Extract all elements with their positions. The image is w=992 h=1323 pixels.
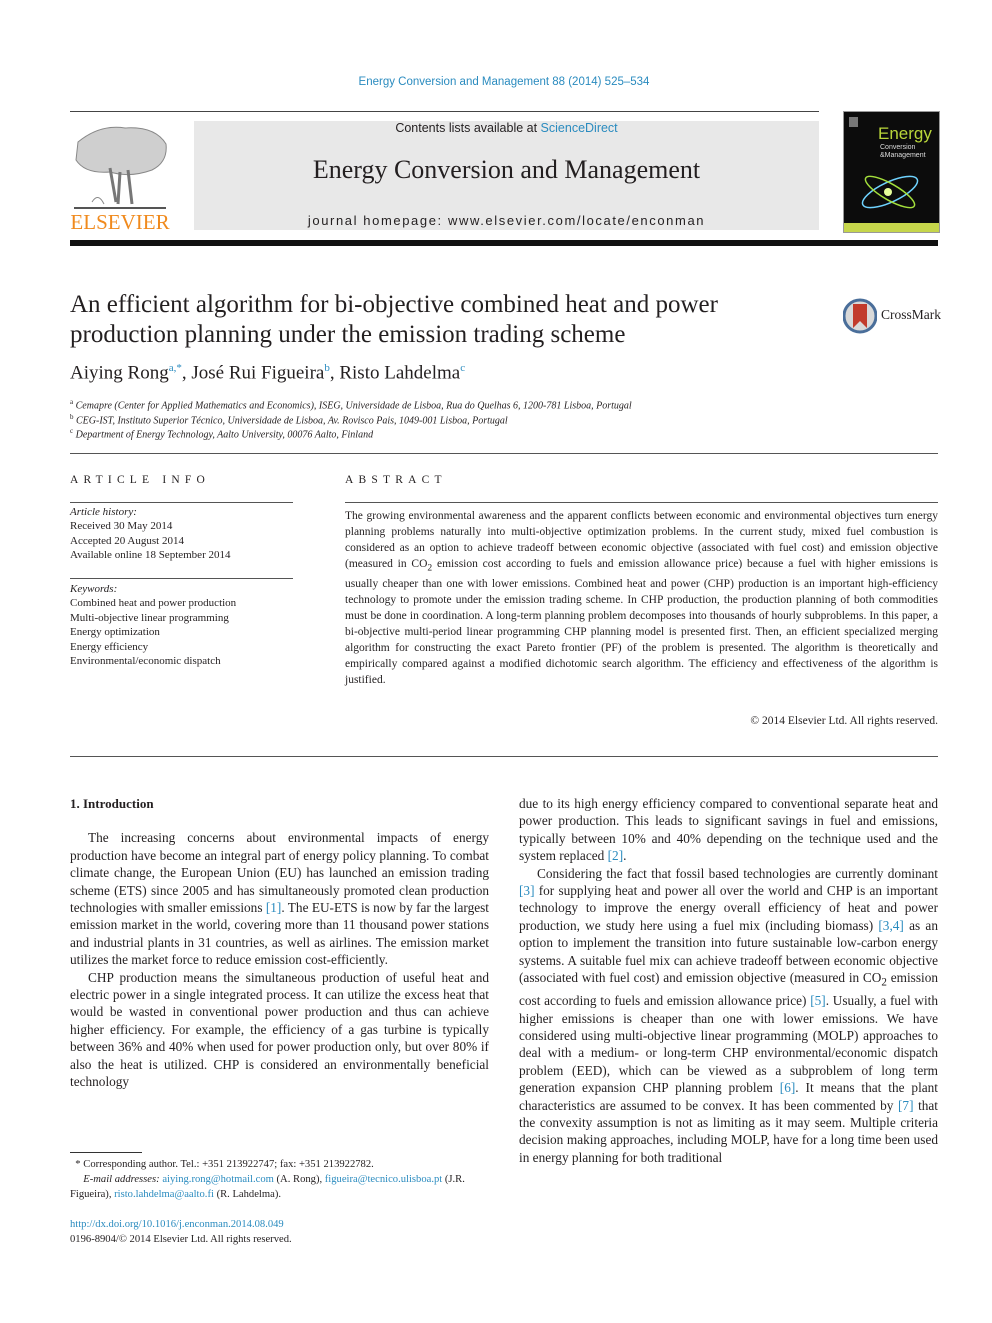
reference-link[interactable]: [3,4] [878, 918, 903, 933]
article-title: An efficient algorithm for bi-objective … [70, 291, 718, 348]
keyword: Energy efficiency [70, 640, 149, 653]
abstract-heading: ABSTRACT [345, 474, 447, 486]
footnote-rule [70, 1152, 142, 1153]
author-name[interactable]: Aiying Rong [70, 362, 169, 383]
cover-title: Energy [878, 124, 932, 143]
journal-title: Energy Conversion and Management [312, 155, 701, 184]
contents-line: Contents lists available at ScienceDirec… [395, 121, 618, 135]
keyword: Energy optimization [70, 626, 160, 639]
journal-banner: Contents lists available at ScienceDirec… [194, 121, 819, 230]
abstract-copyright: © 2014 Elsevier Ltd. All rights reserved… [750, 715, 938, 727]
author-list: Aiying Ronga,*, José Rui Figueirab, Rist… [70, 362, 466, 384]
paragraph: CHP production means the simultaneous pr… [70, 969, 489, 1090]
keyword: Environmental/economic dispatch [70, 655, 221, 668]
cover-publisher-icon [849, 117, 858, 127]
abstract-rule [345, 502, 938, 503]
author-name[interactable]: Risto Lahdelma [339, 362, 460, 383]
body-left-column: 1. Introduction The increasing concerns … [70, 795, 489, 1091]
reference-link[interactable]: [6] [780, 1080, 796, 1095]
paragraph: The increasing concerns about environmen… [70, 830, 489, 968]
header-thick-rule [70, 240, 938, 246]
keyword: Combined heat and power production [70, 597, 237, 610]
section-rule [70, 453, 938, 454]
paragraph: Considering the fact that fossil based t… [519, 865, 939, 1165]
keywords-list: Keywords: Combined heat and power produc… [70, 583, 237, 668]
affiliation: c Department of Energy Technology, Aalto… [70, 427, 374, 441]
journal-cover-image: Energy Conversion &Management [843, 111, 940, 233]
abstract-text: The growing environmental awareness and … [345, 510, 938, 687]
journal-citation[interactable]: Energy Conversion and Management 88 (201… [0, 76, 992, 88]
body-right-column: due to its high energy efficiency compar… [519, 795, 938, 1166]
issn-copyright: 0196-8904/© 2014 Elsevier Ltd. All right… [70, 1234, 292, 1245]
paragraph: due to its high energy efficiency compar… [519, 796, 938, 864]
crossmark-label: CrossMark [881, 307, 941, 322]
article-info-rule [70, 502, 293, 503]
reference-link[interactable]: [2] [608, 848, 624, 863]
reference-link[interactable]: [7] [898, 1098, 914, 1113]
email-link[interactable]: figueira@tecnico.ulisboa.pt [325, 1174, 442, 1185]
cover-subtitle: Conversion &Management [880, 144, 926, 159]
cover-energy-swirl-icon [861, 175, 919, 209]
section-heading: 1. Introduction [70, 796, 154, 811]
sciencedirect-link[interactable]: ScienceDirect [541, 121, 618, 135]
section-rule [70, 756, 938, 757]
doi-block: http://dx.doi.org/10.1016/j.enconman.201… [70, 1217, 490, 1247]
journal-homepage[interactable]: journal homepage: www.elsevier.com/locat… [194, 213, 819, 228]
footnote: * Corresponding author. Tel.: +351 21392… [70, 1159, 465, 1200]
keywords-rule [70, 578, 293, 579]
author-affil-marker[interactable]: b [324, 362, 330, 374]
keyword: Multi-objective linear programming [70, 611, 229, 624]
author-name[interactable]: José Rui Figueira [191, 362, 324, 383]
reference-link[interactable]: [3] [519, 883, 535, 898]
email-link[interactable]: risto.lahdelma@aalto.fi [114, 1189, 214, 1200]
cover-footer-bar [844, 223, 939, 232]
elsevier-wordmark: ELSEVIER [70, 210, 170, 234]
crossmark-button[interactable]: CrossMark [843, 298, 943, 334]
header-rule [70, 111, 819, 112]
crossmark-icon [843, 298, 877, 334]
reference-link[interactable]: [1] [266, 900, 282, 915]
reference-link[interactable]: [5] [810, 993, 826, 1008]
author-affil-marker[interactable]: a,* [169, 362, 182, 374]
doi-link[interactable]: http://dx.doi.org/10.1016/j.enconman.201… [70, 1219, 284, 1230]
author-affil-marker[interactable]: c [460, 362, 465, 374]
article-info-heading: ARTICLE INFO [70, 474, 210, 486]
email-link[interactable]: aiying.rong@hotmail.com [162, 1174, 274, 1185]
article-history: Article history: Received 30 May 2014 Ac… [70, 506, 231, 562]
citation-link[interactable]: Energy Conversion and Management 88 (201… [359, 76, 650, 88]
